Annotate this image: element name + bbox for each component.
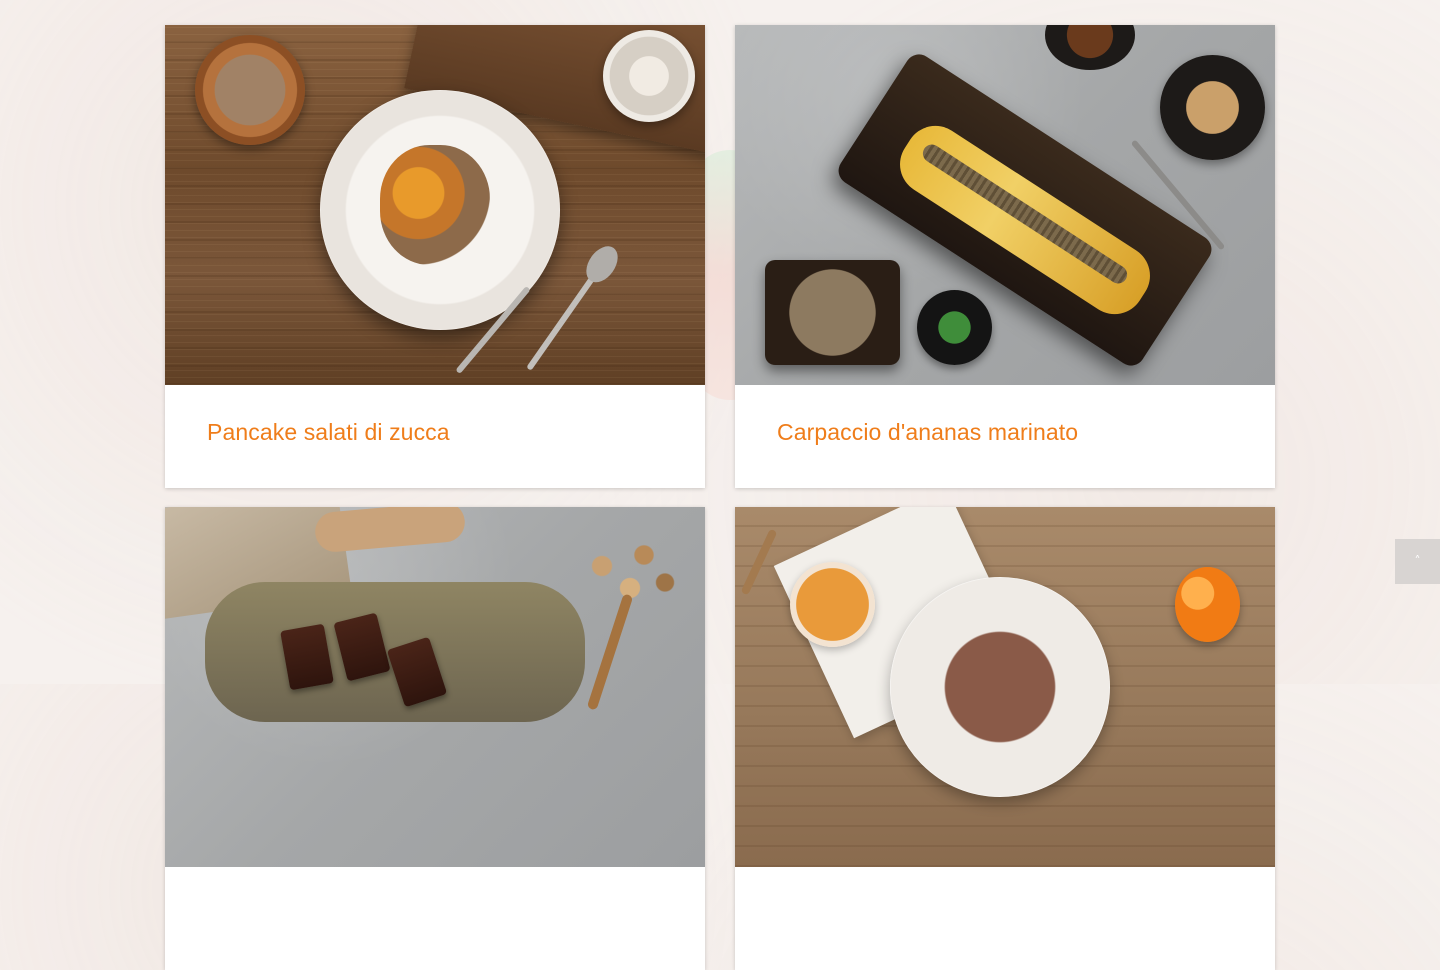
recipe-image[interactable] [165,25,705,385]
recipe-caption [735,867,1275,970]
recipe-image[interactable] [735,507,1275,867]
recipe-title-link[interactable]: Pancake salati di zucca [207,419,450,446]
chevron-up-icon: ˄ [1414,554,1421,568]
recipe-caption [165,867,705,970]
back-to-top-button[interactable]: ˄ [1395,539,1440,584]
recipe-card[interactable] [165,507,705,970]
recipe-caption: Carpaccio d'ananas marinato [735,385,1275,488]
recipe-image[interactable] [735,25,1275,385]
recipe-card[interactable]: Pancake salati di zucca [165,25,705,488]
recipe-caption: Pancake salati di zucca [165,385,705,488]
recipe-card[interactable]: Carpaccio d'ananas marinato [735,25,1275,488]
recipe-title-link[interactable]: Carpaccio d'ananas marinato [777,419,1078,446]
recipe-card[interactable] [735,507,1275,970]
recipe-image[interactable] [165,507,705,867]
